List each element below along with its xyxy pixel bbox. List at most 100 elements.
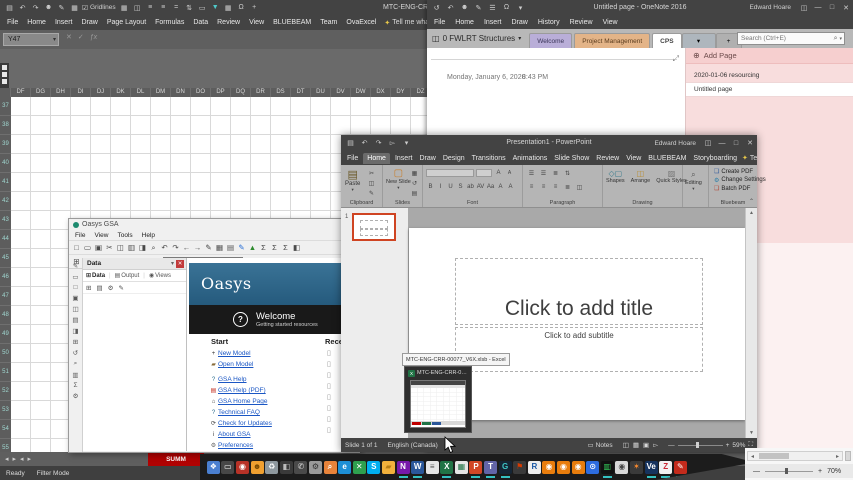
zoom-percent[interactable]: 59% <box>732 442 745 449</box>
pin-icon[interactable]: ▾ <box>171 260 174 267</box>
scroll-left-icon[interactable]: ◂ <box>748 453 757 460</box>
excel-ribbon-tab[interactable]: Formulas <box>154 19 185 26</box>
create-pdf-button[interactable]: ❏ Create PDF <box>714 168 766 175</box>
chevron-down-icon[interactable]: ▾ <box>53 36 56 43</box>
section-overflow-tab[interactable]: ▾ <box>682 33 716 49</box>
zoom-slider[interactable] <box>678 445 723 446</box>
sigma-icon[interactable]: Σ <box>73 382 77 389</box>
teams-icon[interactable]: T <box>484 461 497 474</box>
notes-button[interactable]: ▭Notes <box>588 441 613 449</box>
omega-icon[interactable]: Ω <box>236 2 247 13</box>
person-icon[interactable]: ☻ <box>43 2 54 13</box>
column-header[interactable]: DR <box>251 88 271 97</box>
insert-function-icon[interactable]: ƒx <box>90 34 97 41</box>
new-icon[interactable]: □ <box>71 242 82 253</box>
onenote-ribbon-tab[interactable]: Draw <box>510 19 528 26</box>
language-status[interactable]: English (Canada) <box>388 442 438 449</box>
copy-icon[interactable]: ◫ <box>115 242 126 253</box>
excel-ribbon-tab[interactable]: Page Layout <box>106 19 147 26</box>
add-icon[interactable]: + <box>249 2 260 13</box>
powerpoint-icon[interactable]: P <box>469 461 482 474</box>
column-header[interactable]: DS <box>271 88 291 97</box>
preview-icon[interactable]: ⌕ <box>148 242 159 253</box>
outline-level-buttons[interactable] <box>0 63 9 89</box>
search-scope-icon[interactable]: ▾ <box>839 36 842 42</box>
shape-icon[interactable]: ▭ <box>197 2 208 13</box>
powerpoint-ribbon-tab[interactable]: View <box>624 155 643 162</box>
document-icon[interactable]: ≡ <box>426 461 439 474</box>
open-icon[interactable]: ▭ <box>82 242 93 253</box>
wand-icon[interactable]: ✎ <box>118 284 123 292</box>
excel-ribbon-tab[interactable]: BLUEBEAM <box>272 19 312 26</box>
editing-button[interactable]: ⌕ Editing ▾ <box>685 170 702 192</box>
layout-icon[interactable]: ▦ <box>410 169 419 177</box>
panel-tab-data[interactable]: ⊞Data <box>86 272 105 279</box>
column-header[interactable]: DU <box>311 88 331 97</box>
excel-ribbon-tab[interactable]: Team <box>319 19 338 26</box>
grow-font-icon[interactable]: A <box>494 169 503 177</box>
account-name[interactable]: Edward Hoare <box>749 4 791 11</box>
onenote-ribbon-tab[interactable]: Review <box>569 19 594 26</box>
select-all-corner[interactable] <box>0 88 11 97</box>
sigma-1-icon[interactable]: Σ <box>258 242 269 253</box>
align-right-icon[interactable]: ≡ <box>551 183 560 191</box>
slide-thumbnail[interactable] <box>352 213 396 241</box>
notebook-selector[interactable]: ◫ 0 FWLRT Structures ▾ <box>432 34 521 43</box>
column-header[interactable]: DG <box>31 88 51 97</box>
flag-icon[interactable]: ⚑ <box>513 461 526 474</box>
column-header[interactable]: DY <box>391 88 411 97</box>
zoom-out-icon[interactable]: — <box>753 468 760 475</box>
matrix-terminal-icon[interactable]: ▥ <box>601 461 614 474</box>
onenote-ribbon-tab[interactable]: History <box>537 19 561 26</box>
borders-icon[interactable]: ▦ <box>119 2 130 13</box>
table-icon[interactable]: ▤ <box>225 242 236 253</box>
shrink-font-button[interactable]: A <box>506 183 515 191</box>
select-icon[interactable]: ✎ <box>73 262 78 270</box>
zoom-in-icon[interactable]: + <box>818 468 822 475</box>
list-icon[interactable]: ▤ <box>72 316 78 324</box>
link-new-model[interactable]: + New Model <box>209 348 272 359</box>
column-header[interactable]: DX <box>371 88 391 97</box>
font-size-select[interactable] <box>476 169 492 177</box>
split-handle[interactable] <box>845 451 851 461</box>
zoom-percent[interactable]: 70% <box>827 468 841 475</box>
excel-h-scrollbar[interactable]: ◂ ▸ <box>747 451 843 461</box>
sigma-2-icon[interactable]: Σ <box>269 242 280 253</box>
zoom-icon[interactable]: ⌕ <box>74 360 78 368</box>
phone-icon[interactable]: ✆ <box>294 461 307 474</box>
shrink-font-icon[interactable]: A <box>505 169 514 177</box>
slideshow-icon[interactable]: ▻ <box>653 441 658 449</box>
power-icon[interactable]: ◉ <box>236 461 249 474</box>
gear-icon[interactable]: ⚙ <box>309 461 322 474</box>
recent-file-icon[interactable]: ▯ <box>327 426 331 437</box>
onenote-ribbon-tab[interactable]: Home <box>454 19 475 26</box>
sigma-3-icon[interactable]: Σ <box>280 242 291 253</box>
reading-view-icon[interactable]: ▣ <box>643 441 649 449</box>
align-left-icon[interactable]: ≡ <box>145 2 156 13</box>
align-left-icon[interactable]: ≡ <box>527 183 536 191</box>
link-gsa-help-pdf[interactable]: ▤ GSA Help (PDF) <box>209 385 272 396</box>
gsa-menu-item[interactable]: File <box>75 232 85 239</box>
powerpoint-tell-me[interactable]: ✦Tell me <box>742 154 757 162</box>
lock-icon[interactable]: ⊙ <box>586 461 599 474</box>
confirm-entry-icon[interactable]: ✓ <box>78 33 84 41</box>
excel-name-box[interactable]: Y47 ▾ <box>3 33 59 46</box>
cut-icon[interactable]: ✂ <box>367 169 376 177</box>
powerpoint-ribbon-tab[interactable]: Storyboarding <box>691 155 739 162</box>
cut-icon[interactable]: ✂ <box>104 242 115 253</box>
pen-icon[interactable]: ✎ <box>56 2 67 13</box>
taskbar-thumbnail-flyout[interactable]: X MTC-ENG-CRR-00077_V6... <box>404 366 472 433</box>
align-center-icon[interactable]: ≡ <box>158 2 169 13</box>
filter-icon[interactable]: ▼ <box>210 2 221 13</box>
zotero-icon[interactable]: Z <box>659 461 672 474</box>
reset-icon[interactable]: ↺ <box>410 179 419 187</box>
sheet-tab-summ[interactable]: SUMM <box>148 452 204 466</box>
row-header[interactable]: 52 <box>0 382 11 401</box>
row-header[interactable]: 50 <box>0 344 11 363</box>
row-header[interactable]: 39 <box>0 135 11 154</box>
recent-file-icon[interactable]: ▯ <box>327 415 331 426</box>
powerpoint-ribbon-tab[interactable]: Animations <box>511 155 550 162</box>
sheet-nav-arrows[interactable]: ◂▸◂▸ <box>0 455 36 463</box>
scroll-up-icon[interactable]: ▲ <box>749 210 754 216</box>
display-icon[interactable]: ▭ <box>221 461 234 474</box>
